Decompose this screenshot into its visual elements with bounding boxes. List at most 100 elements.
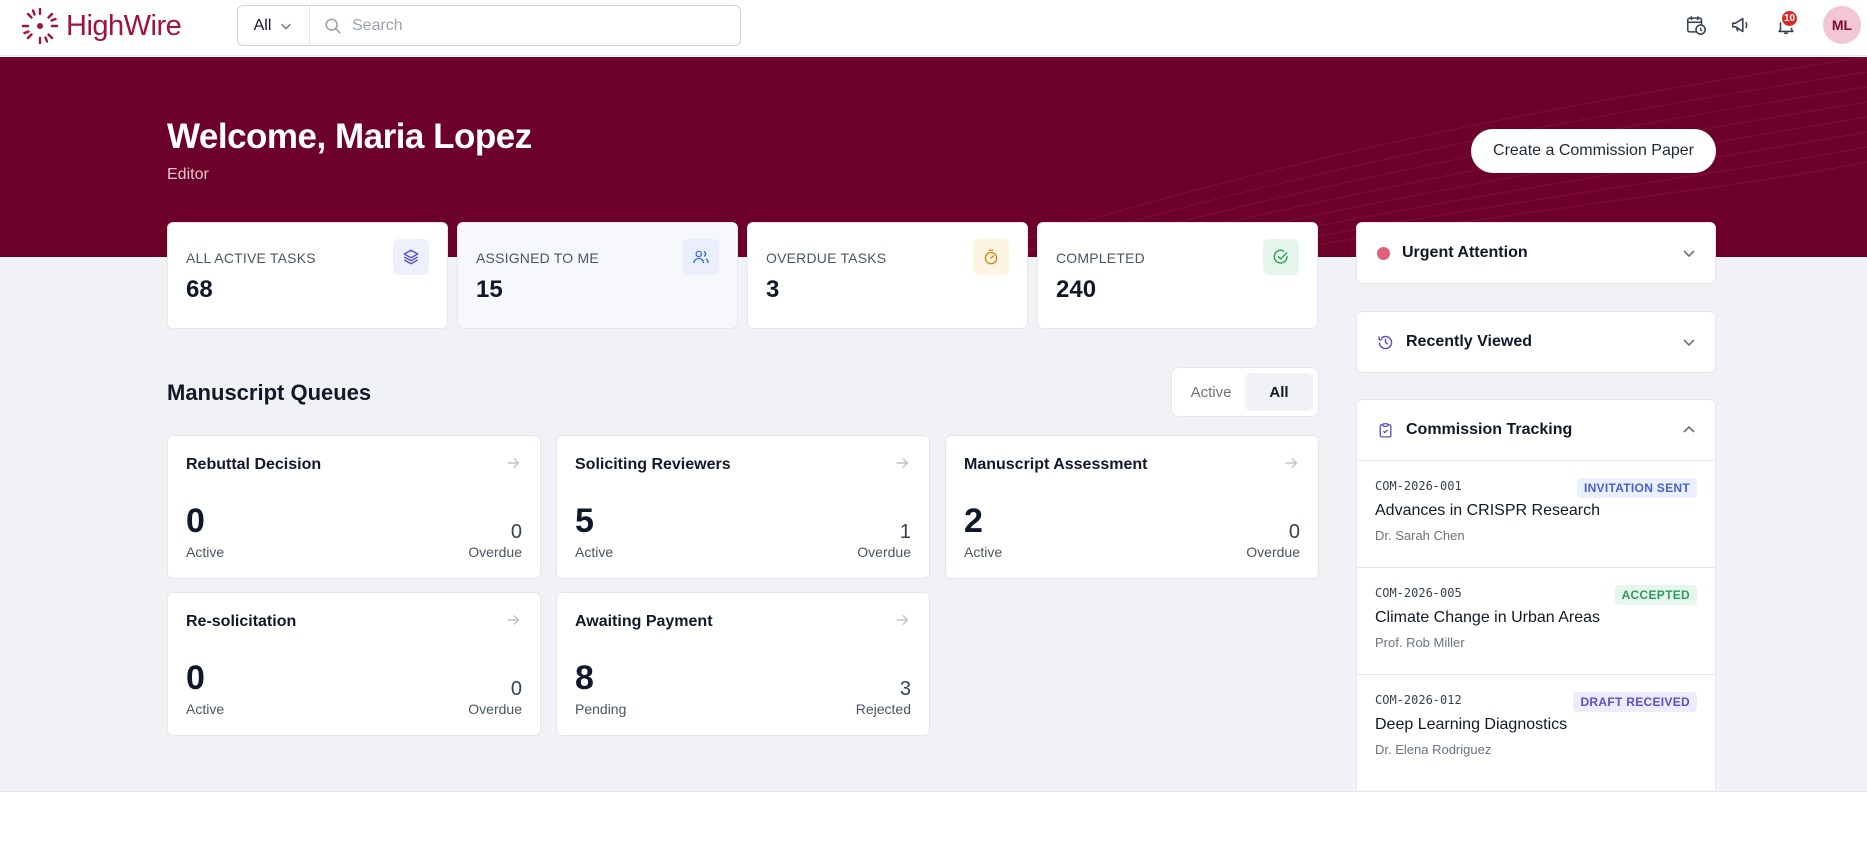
stat-label: COMPLETED xyxy=(1056,250,1145,266)
chevron-down-icon xyxy=(1683,339,1695,347)
queue-card-rebuttal-decision[interactable]: Rebuttal Decision 0 Active 0 Overdue xyxy=(167,435,541,579)
queue-primary-count: 2 xyxy=(964,502,983,540)
welcome-heading: Welcome, Maria Lopez xyxy=(167,117,532,156)
queue-secondary-count: 3 xyxy=(899,678,911,700)
search-field xyxy=(310,16,740,35)
commission-tracking-header[interactable]: Commission Tracking xyxy=(1357,400,1715,460)
queue-secondary-label: Rejected xyxy=(855,701,911,717)
highwire-logo[interactable]: HighWire xyxy=(20,6,182,46)
queue-card-awaiting-payment[interactable]: Awaiting Payment 8 Pending 3 Rejected xyxy=(556,592,930,736)
commission-tracking-panel: Commission Tracking COM-2026-001 INVITAT… xyxy=(1356,399,1716,790)
queue-secondary-label: Overdue xyxy=(468,701,522,717)
stat-label: ASSIGNED TO ME xyxy=(476,250,599,266)
arrow-right-icon xyxy=(896,457,909,469)
stat-label: OVERDUE TASKS xyxy=(766,250,887,266)
commission-author: Dr. Elena Rodriguez xyxy=(1375,742,1492,757)
search-scope-dropdown[interactable]: All xyxy=(238,6,310,45)
stat-label: ALL ACTIVE TASKS xyxy=(186,250,316,266)
search-scope-label: All xyxy=(253,16,272,34)
filter-active-button[interactable]: Active xyxy=(1177,373,1245,411)
queue-primary-label: Active xyxy=(186,701,225,717)
queue-primary-label: Active xyxy=(186,544,225,560)
create-commission-paper-button[interactable]: Create a Commission Paper xyxy=(1471,129,1716,173)
queue-secondary-count: 0 xyxy=(1288,521,1300,543)
search-icon xyxy=(325,17,341,34)
arrow-right-icon xyxy=(507,457,520,469)
history-icon xyxy=(1378,335,1393,349)
search-input[interactable] xyxy=(352,16,732,35)
stat-card-assigned-to-me[interactable]: ASSIGNED TO ME 15 xyxy=(457,222,738,329)
panel-title: Commission Tracking xyxy=(1406,421,1573,438)
commission-item[interactable]: COM-2026-005 ACCEPTED Climate Change in … xyxy=(1357,567,1715,674)
queue-secondary-label: Overdue xyxy=(857,544,911,560)
queue-primary-count: 8 xyxy=(575,659,594,697)
user-role: Editor xyxy=(167,166,209,183)
stat-card-completed[interactable]: COMPLETED 240 xyxy=(1037,222,1318,329)
stat-card-all-active-tasks[interactable]: ALL ACTIVE TASKS 68 xyxy=(167,222,448,329)
global-search: All xyxy=(237,5,741,46)
queue-secondary-label: Overdue xyxy=(1246,544,1300,560)
panel-title: Urgent Attention xyxy=(1402,244,1528,261)
urgent-dot-icon xyxy=(1377,246,1390,260)
queue-primary-label: Pending xyxy=(575,701,627,717)
queue-secondary-label: Overdue xyxy=(468,544,522,560)
chevron-down-icon xyxy=(281,23,292,30)
check-circle-icon xyxy=(1263,239,1299,275)
top-navigation-bar: HighWire All 10 ML xyxy=(0,0,1867,56)
megaphone-icon[interactable] xyxy=(1730,14,1752,36)
urgent-attention-panel: Urgent Attention xyxy=(1356,222,1716,284)
commission-title: Advances in CRISPR Research xyxy=(1375,502,1600,519)
queue-primary-label: Active xyxy=(575,544,614,560)
panel-title: Recently Viewed xyxy=(1406,333,1532,350)
commission-title: Climate Change in Urban Areas xyxy=(1375,609,1601,626)
layers-icon xyxy=(393,239,429,275)
highwire-logo-icon xyxy=(21,7,59,45)
commission-author: Dr. Sarah Chen xyxy=(1375,528,1465,543)
queue-secondary-count: 0 xyxy=(510,521,522,543)
queue-primary-label: Active xyxy=(964,544,1003,560)
arrow-right-icon xyxy=(507,614,520,626)
queue-title: Re-solicitation xyxy=(186,613,297,630)
queue-primary-count: 0 xyxy=(186,659,205,697)
chevron-down-icon xyxy=(1683,250,1695,258)
status-badge: INVITATION SENT xyxy=(1576,478,1697,498)
brand-name: HighWire xyxy=(66,9,182,42)
queue-title: Rebuttal Decision xyxy=(186,456,322,473)
commission-title: Deep Learning Diagnostics xyxy=(1375,716,1568,733)
calendar-clock-icon[interactable] xyxy=(1685,14,1707,36)
stat-value: 240 xyxy=(1056,276,1097,303)
commission-item[interactable]: COM-2026-012 DRAFT RECEIVED Deep Learnin… xyxy=(1357,674,1715,781)
filter-all-button[interactable]: All xyxy=(1245,373,1313,411)
user-avatar[interactable]: ML xyxy=(1823,6,1861,44)
queue-primary-count: 5 xyxy=(575,502,594,540)
status-badge: DRAFT RECEIVED xyxy=(1573,692,1697,712)
notification-count-badge: 10 xyxy=(1780,9,1799,28)
queue-filter-toggle: Active All xyxy=(1171,367,1319,417)
arrow-right-icon xyxy=(896,614,909,626)
page-footer-area xyxy=(0,791,1867,851)
queue-primary-count: 0 xyxy=(186,502,205,540)
queue-card-re-solicitation[interactable]: Re-solicitation 0 Active 0 Overdue xyxy=(167,592,541,736)
stat-value: 15 xyxy=(476,276,503,303)
recently-viewed-panel: Recently Viewed xyxy=(1356,311,1716,373)
queue-card-soliciting-reviewers[interactable]: Soliciting Reviewers 5 Active 1 Overdue xyxy=(556,435,930,579)
queue-title: Manuscript Assessment xyxy=(964,456,1148,473)
stat-value: 3 xyxy=(766,276,780,303)
queue-secondary-count: 0 xyxy=(510,678,522,700)
queue-title: Awaiting Payment xyxy=(575,613,713,630)
queue-card-manuscript-assessment[interactable]: Manuscript Assessment 2 Active 0 Overdue xyxy=(945,435,1319,579)
chevron-up-icon xyxy=(1683,425,1695,433)
users-icon xyxy=(683,239,719,275)
recently-viewed-header[interactable]: Recently Viewed xyxy=(1357,312,1715,372)
stat-card-overdue-tasks[interactable]: OVERDUE TASKS 3 xyxy=(747,222,1028,329)
queue-secondary-count: 1 xyxy=(899,521,911,543)
stopwatch-icon xyxy=(973,239,1009,275)
status-badge: ACCEPTED xyxy=(1614,585,1697,605)
arrow-right-icon xyxy=(1285,457,1298,469)
urgent-attention-header[interactable]: Urgent Attention xyxy=(1357,223,1715,283)
clipboard-icon xyxy=(1379,422,1392,438)
manuscript-queues-heading: Manuscript Queues xyxy=(167,380,372,405)
commission-author: Prof. Rob Miller xyxy=(1375,635,1465,650)
commission-item[interactable]: COM-2026-001 INVITATION SENT Advances in… xyxy=(1357,460,1715,567)
stat-value: 68 xyxy=(186,276,213,303)
